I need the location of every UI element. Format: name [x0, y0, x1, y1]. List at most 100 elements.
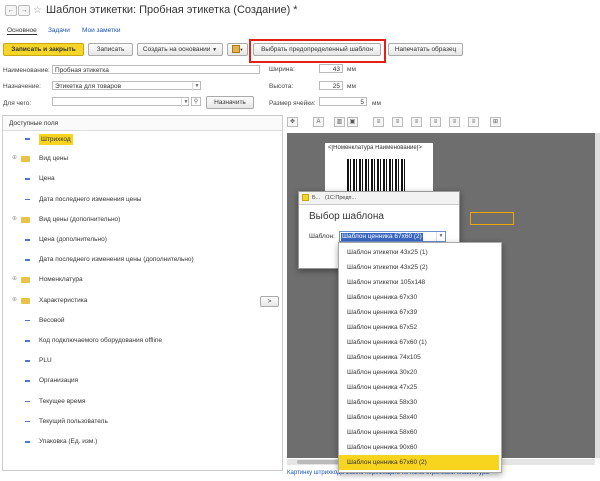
name-input[interactable]: Пробная этикетка [52, 65, 260, 74]
folder-icon [21, 277, 30, 284]
chevron-down-icon[interactable]: ▼ [192, 82, 201, 91]
field-icon [25, 340, 30, 342]
select-predefined-template-button[interactable]: Выбрать предопределенный шаблон [253, 43, 381, 56]
template-select-value: Шаблон ценника 67х60 (2) [341, 233, 423, 241]
assign-button[interactable]: Назначить [206, 96, 254, 109]
field-row[interactable]: Дата последнего изменения цены (дополнит… [3, 252, 281, 268]
field-label: Цена (дополнительно) [39, 236, 107, 243]
template-option[interactable]: Шаблон ценника 67х30 [339, 290, 499, 305]
search-icon[interactable]: ⚲ [191, 97, 201, 106]
field-row[interactable]: Текущее время [3, 394, 281, 410]
printer-icon [231, 45, 240, 54]
field-icon [25, 441, 30, 443]
window-title: Шаблон этикетки: Пробная этикетка (Созда… [46, 4, 298, 16]
cell-size-input[interactable]: 5 [319, 97, 367, 106]
field-label: Вид цены (дополнительно) [39, 215, 121, 223]
chevron-down-icon: ▼ [239, 47, 244, 52]
template-option[interactable]: Шаблон ценника 30х20 [339, 365, 499, 380]
template-option[interactable]: Шаблон этикетки 105х148 [339, 275, 499, 290]
grid-icon[interactable]: ⊞ [490, 117, 501, 127]
field-row[interactable]: Цена [3, 171, 281, 187]
cell-size-label: Размер ячейки: [269, 100, 316, 107]
move-tool-icon[interactable]: ✥ [287, 117, 298, 127]
selected-element-frame[interactable] [470, 212, 514, 225]
field-row[interactable]: Организация [3, 373, 281, 389]
height-input[interactable]: 25 [319, 81, 343, 90]
align-right-icon[interactable]: ≡ [411, 117, 422, 127]
back-button[interactable]: ← [5, 5, 17, 16]
template-option[interactable]: Шаблон этикетки 43х25 (1) [339, 245, 499, 260]
field-row[interactable]: ⊕ Характеристика [3, 293, 281, 309]
template-option[interactable]: Шаблон ценника 67х52 [339, 320, 499, 335]
align-center-icon[interactable]: ≡ [392, 117, 403, 127]
template-option[interactable]: Шаблон ценника 58х60 [339, 425, 499, 440]
align-top-icon[interactable]: ≡ [430, 117, 441, 127]
field-row[interactable]: ⊕ Вид цены [3, 151, 281, 167]
print-menu-button[interactable]: ▼ [227, 43, 248, 56]
template-option[interactable]: Шаблон ценника 67х39 [339, 305, 499, 320]
field-row[interactable]: PLU [3, 353, 281, 369]
expand-icon[interactable]: ⊕ [12, 272, 17, 288]
template-option[interactable]: Шаблон ценника 47х25 [339, 380, 499, 395]
field-label: PLU [39, 357, 52, 365]
field-row[interactable]: Весовой [3, 313, 281, 329]
favorite-star-icon[interactable]: ☆ [33, 5, 42, 16]
expand-icon[interactable]: ⊕ [12, 151, 17, 167]
move-right-button[interactable]: > [260, 296, 279, 307]
expand-icon[interactable]: ⊕ [12, 212, 17, 228]
template-option[interactable]: Шаблон этикетки 43х25 (2) [339, 260, 499, 275]
width-input[interactable]: 43 [319, 64, 343, 73]
app-icon [302, 194, 309, 201]
tab-notes[interactable]: Мои заметки [82, 27, 120, 34]
cell-size-unit: мм [372, 100, 381, 107]
purpose-select[interactable]: Этикетка для товаров [52, 81, 201, 90]
field-icon [25, 380, 30, 382]
forward-button[interactable]: → [18, 5, 30, 16]
template-option[interactable]: Шаблон ценника 58х40 [339, 410, 499, 425]
save-and-close-button[interactable]: Записать и закрыть [3, 43, 84, 56]
field-label: Организация [39, 377, 79, 385]
template-option[interactable]: Шаблон ценника 67х60 (2) [339, 455, 499, 470]
folder-icon [21, 297, 30, 304]
field-label: Характеристика [39, 296, 88, 304]
field-row[interactable]: Упаковка (Ед. изм.) [3, 434, 281, 450]
save-button[interactable]: Записать [88, 43, 133, 56]
insert-barcode-icon[interactable]: ▥ [334, 117, 345, 127]
template-option[interactable]: Шаблон ценника 90х60 [339, 440, 499, 455]
template-option[interactable]: Шаблон ценника 74х105 [339, 350, 499, 365]
field-label: Номенклатура [39, 276, 83, 284]
align-left-icon[interactable]: ≡ [373, 117, 384, 127]
align-middle-icon[interactable]: ≡ [449, 117, 460, 127]
field-row[interactable]: Цена (дополнительно) [3, 232, 281, 248]
field-icon [25, 319, 30, 322]
template-option[interactable]: Шаблон ценника 67х60 (1) [339, 335, 499, 350]
field-label: Упаковка (Ед. изм.) [39, 438, 98, 445]
field-row[interactable]: Код подключаемого оборудования offline [3, 333, 281, 349]
template-select[interactable]: Шаблон ценника 67х60 (2) ▼ [339, 231, 446, 242]
label-name-text: <[Номенклатура Наименование]> [328, 145, 422, 151]
tab-main[interactable]: Основное [7, 27, 37, 35]
field-row[interactable]: ⊕ Вид цены (дополнительно) [3, 212, 281, 228]
insert-image-icon[interactable]: ▣ [347, 117, 358, 127]
vertical-scrollbar[interactable] [595, 133, 600, 458]
dialog-app-title: (1С:Предп... [325, 195, 357, 201]
field-label: Текущий пользователь [39, 417, 108, 425]
field-row[interactable]: Штрихкод [3, 131, 281, 147]
field-row[interactable]: ⊕ Номенклатура [3, 272, 281, 288]
print-sample-button[interactable]: Напечатать образец [388, 43, 463, 56]
dialog-titlebar: Б... (1С:Предп... [299, 192, 459, 205]
field-row[interactable]: Текущий пользователь [3, 414, 281, 430]
chevron-down-icon[interactable]: ▼ [436, 232, 445, 241]
insert-text-icon[interactable]: A [313, 117, 324, 127]
create-based-label: Создать на основании [142, 46, 211, 53]
for-input[interactable] [52, 97, 189, 106]
chevron-down-icon[interactable]: ▼ [181, 98, 190, 107]
field-icon [25, 420, 30, 423]
field-row[interactable]: Дата последнего изменения цены [3, 192, 281, 208]
align-bottom-icon[interactable]: ≡ [468, 117, 479, 127]
template-option[interactable]: Шаблон ценника 58х30 [339, 395, 499, 410]
field-label: Текущее время [39, 397, 86, 405]
expand-icon[interactable]: ⊕ [12, 293, 17, 309]
create-based-on-button[interactable]: Создать на основании ▼ [137, 43, 223, 56]
tab-tasks[interactable]: Задачи [48, 27, 70, 34]
